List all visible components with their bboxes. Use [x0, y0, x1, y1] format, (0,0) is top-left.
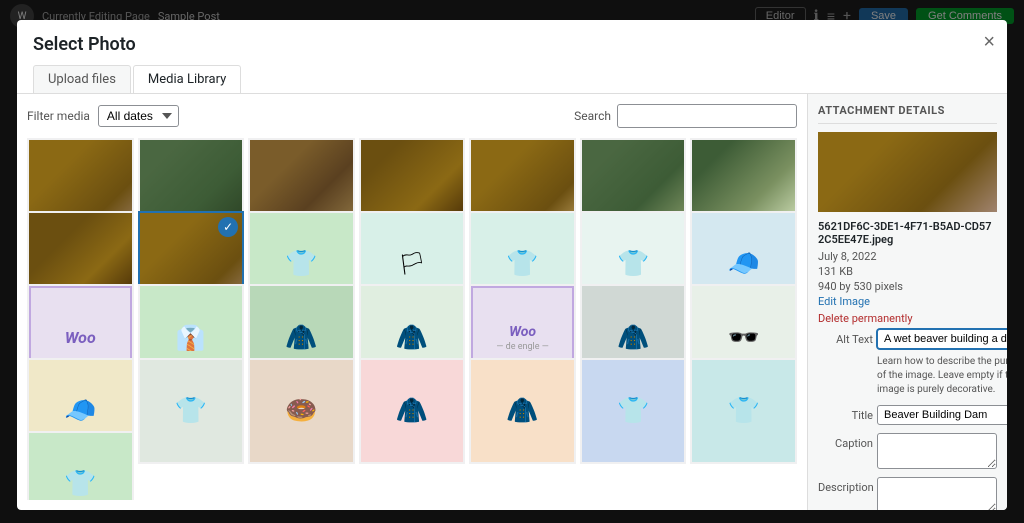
attachment-date: July 8, 2022 — [818, 250, 997, 263]
title-input[interactable] — [877, 405, 1007, 425]
media-item[interactable]: 🍩 — [248, 358, 355, 465]
modal-tabs: Upload files Media Library — [33, 65, 991, 93]
filter-label: Filter media — [27, 109, 90, 123]
caption-input[interactable] — [877, 433, 997, 469]
media-grid: ✓ 👕 🏳 👕 👕 — [27, 138, 797, 500]
media-toolbar: Filter media All dates Search — [27, 104, 797, 128]
media-item[interactable]: 👕 — [27, 431, 134, 500]
modal-overlay: Select Photo × Upload files Media Librar… — [0, 0, 1024, 523]
modal-title: Select Photo — [33, 34, 991, 55]
media-item[interactable]: 🧥 — [359, 358, 466, 465]
media-toolbar-left: Filter media All dates — [27, 105, 179, 127]
filter-select[interactable]: All dates — [98, 105, 179, 127]
alt-text-input[interactable] — [877, 329, 1007, 349]
description-input[interactable] — [877, 477, 997, 510]
search-label: Search — [574, 109, 611, 123]
edit-image-link[interactable]: Edit Image — [818, 295, 997, 308]
search-area: Search — [574, 104, 797, 128]
attachment-details-heading: ATTACHMENT DETAILS — [818, 104, 997, 124]
alt-text-wrapper: Learn how to describe the purpose of the… — [877, 329, 1007, 397]
tab-upload-files[interactable]: Upload files — [33, 65, 131, 93]
caption-label: Caption — [818, 433, 873, 450]
alt-text-row: Alt Text Learn how to describe the purpo… — [818, 329, 997, 397]
title-label: Title — [818, 405, 873, 422]
select-photo-modal: Select Photo × Upload files Media Librar… — [17, 20, 1007, 510]
media-item[interactable]: 👕 — [138, 358, 245, 465]
alt-text-label: Alt Text — [818, 329, 873, 346]
media-panel: Filter media All dates Search — [17, 94, 807, 510]
attachment-filesize: 131 KB — [818, 265, 997, 278]
alt-text-hint: Learn how to describe the purpose of the… — [877, 355, 1007, 397]
details-panel: ATTACHMENT DETAILS 5621DF6C-3DE1-4F71-B5… — [807, 94, 1007, 510]
media-item[interactable]: 👕 — [690, 358, 797, 465]
title-row: Title — [818, 405, 997, 425]
tab-media-library[interactable]: Media Library — [133, 65, 241, 93]
modal-body: Filter media All dates Search — [17, 94, 1007, 510]
delete-permanently-link[interactable]: Delete permanently — [818, 312, 997, 325]
attachment-thumbnail — [818, 132, 997, 212]
attachment-filename: 5621DF6C-3DE1-4F71-B5AD-CD572C5EE47E.jpe… — [818, 220, 997, 246]
description-row: Description — [818, 477, 997, 510]
media-item[interactable]: 🧥 — [469, 358, 576, 465]
caption-row: Caption — [818, 433, 997, 469]
modal-close-button[interactable]: × — [983, 32, 995, 52]
attachment-dimensions: 940 by 530 pixels — [818, 280, 997, 293]
search-input[interactable] — [617, 104, 797, 128]
modal-header: Select Photo × Upload files Media Librar… — [17, 20, 1007, 94]
description-label: Description — [818, 477, 873, 494]
media-item[interactable]: 👕 — [580, 358, 687, 465]
